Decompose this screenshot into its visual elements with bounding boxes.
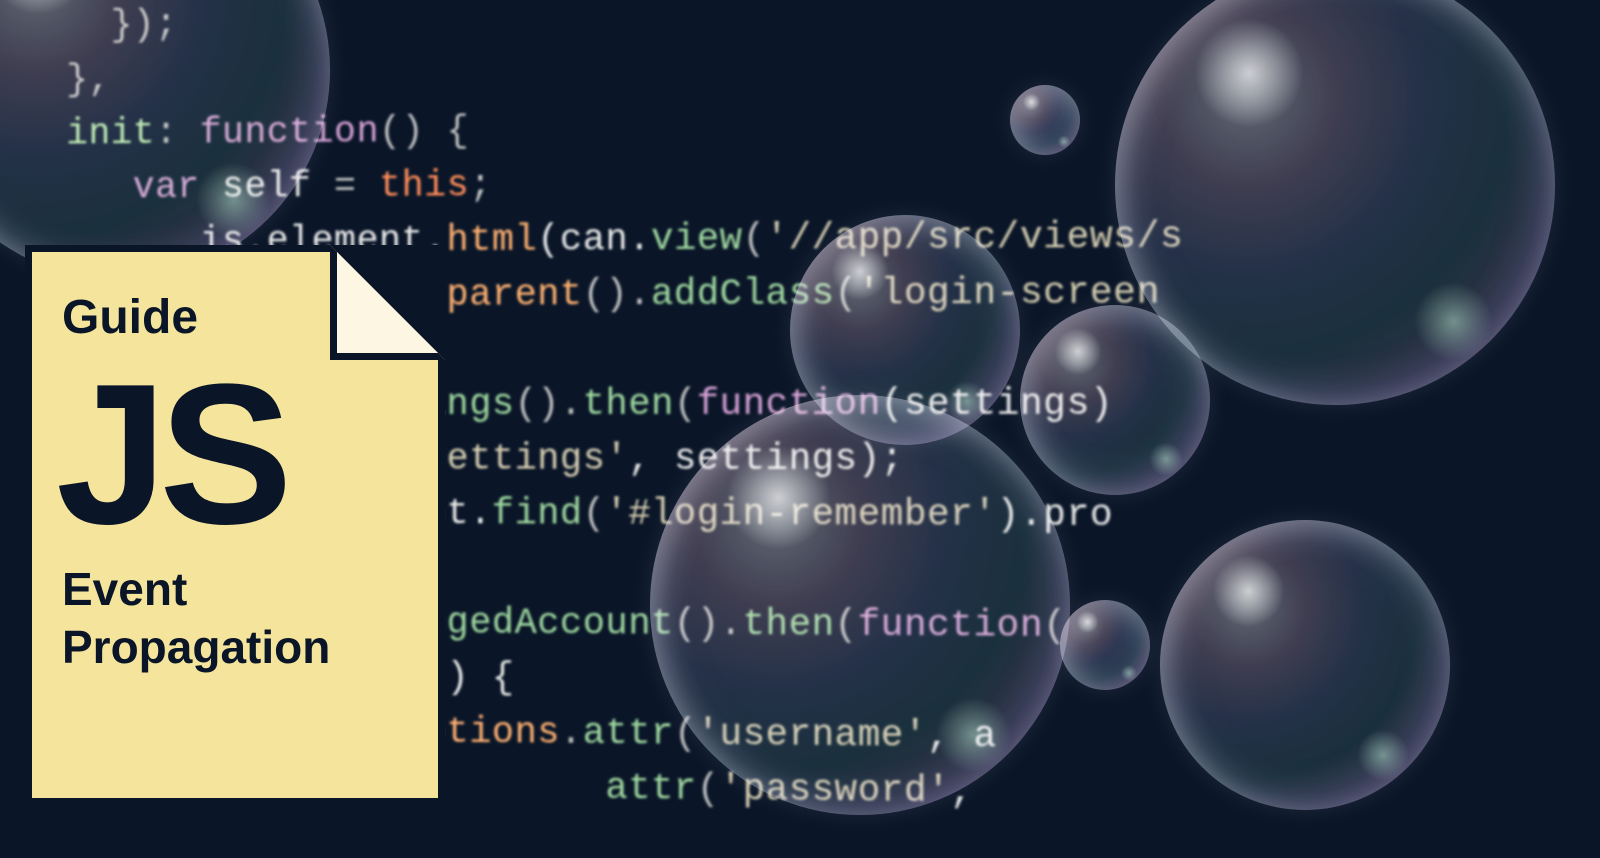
- guide-card: Guide JS Event Propagation: [25, 245, 445, 805]
- bubble-decoration: [1020, 305, 1210, 495]
- bubble-decoration: [790, 215, 1020, 445]
- bubble-decoration: [650, 395, 1070, 815]
- bubble-decoration: [1010, 85, 1080, 155]
- bubble-decoration: [1160, 520, 1450, 810]
- card-subtitle-line1: Event: [62, 561, 408, 619]
- bubble-decoration: [1060, 600, 1150, 690]
- card-subtitle: Event Propagation: [62, 561, 408, 676]
- card-label-js: JS: [56, 363, 408, 547]
- card-subtitle-line2: Propagation: [62, 619, 408, 677]
